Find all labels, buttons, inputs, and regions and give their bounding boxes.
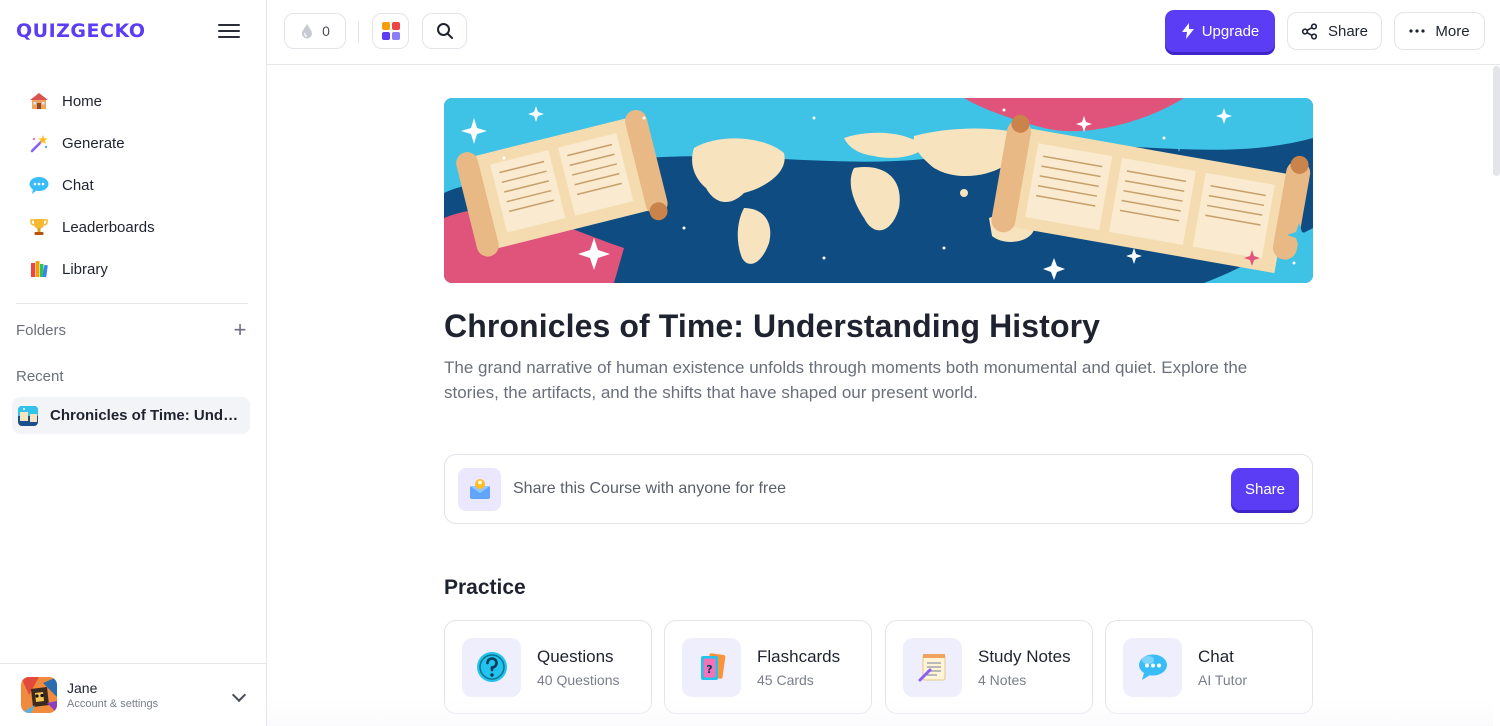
card-title: Flashcards xyxy=(757,646,841,666)
add-folder-plus-icon[interactable]: + xyxy=(230,319,250,341)
sidebar-item-library[interactable]: Library xyxy=(16,248,250,290)
sidebar-divider xyxy=(16,303,248,304)
share-nodes-icon xyxy=(1301,22,1318,40)
course-banner-image xyxy=(444,98,1313,283)
share-course-icon xyxy=(458,467,501,511)
drops-counter-button[interactable]: 0 xyxy=(284,13,346,49)
svg-text:?: ? xyxy=(706,663,712,676)
trophy-icon xyxy=(28,216,50,238)
magic-wand-icon xyxy=(28,132,50,154)
lightning-bolt-icon xyxy=(1181,23,1194,39)
folders-label: Folders xyxy=(16,321,67,339)
course-description: The grand narrative of human existence u… xyxy=(444,358,1248,402)
sidebar-item-generate[interactable]: Generate xyxy=(16,122,250,164)
notepad-icon xyxy=(903,637,962,697)
share-course-card: Share this Course with anyone for free S… xyxy=(444,454,1313,524)
practice-heading: Practice xyxy=(444,576,526,599)
share-label: Share xyxy=(1327,22,1369,40)
card-subtitle: 4 Notes xyxy=(978,671,1027,688)
drops-count: 0 xyxy=(322,23,330,39)
card-title: Chat xyxy=(1198,646,1234,666)
account-text: Jane Account & settings xyxy=(67,680,158,710)
more-label: More xyxy=(1435,22,1470,40)
practice-card-flashcards[interactable]: ? Flashcards 45 Cards xyxy=(664,620,872,714)
share-prompt-text: Share this Course with anyone for free xyxy=(513,480,787,497)
upgrade-button[interactable]: Upgrade xyxy=(1165,10,1275,52)
more-dots-icon xyxy=(1409,29,1426,33)
practice-card-study-notes[interactable]: Study Notes 4 Notes xyxy=(885,620,1093,714)
hamburger-menu-icon[interactable] xyxy=(216,20,242,44)
sidebar-item-chat[interactable]: Chat xyxy=(16,164,250,206)
account-settings-button[interactable]: Jane Account & settings xyxy=(0,663,266,726)
chat-cloud-icon xyxy=(28,174,50,196)
search-icon xyxy=(436,23,453,39)
account-name: Jane xyxy=(67,680,98,696)
card-subtitle: 45 Cards xyxy=(757,671,814,688)
search-button[interactable] xyxy=(422,13,467,49)
apps-grid-icon xyxy=(381,22,400,40)
recent-course-title: Chronicles of Time: Understanding Histor… xyxy=(50,407,242,424)
sidebar-item-label: Leaderboards xyxy=(62,218,155,236)
recent-label: Recent xyxy=(16,368,64,385)
chevron-down-icon xyxy=(231,687,247,703)
more-button[interactable]: More xyxy=(1394,12,1485,50)
share-course-button[interactable]: Share xyxy=(1231,468,1299,510)
card-subtitle: AI Tutor xyxy=(1198,671,1248,688)
water-drop-icon xyxy=(302,24,313,39)
account-subtitle: Account & settings xyxy=(67,698,159,710)
practice-card-chat[interactable]: Chat AI Tutor xyxy=(1105,620,1313,714)
top-bar: 0 Upgrade Share More xyxy=(267,0,1500,65)
sidebar-item-label: Library xyxy=(62,260,108,278)
practice-card-questions[interactable]: Questions 40 Questions xyxy=(444,620,652,714)
card-title: Questions xyxy=(537,646,614,666)
apps-grid-button[interactable] xyxy=(372,13,409,49)
sidebar-nav: Home Generate Chat Leaderboards Library xyxy=(16,80,250,290)
card-subtitle: 40 Questions xyxy=(537,671,620,688)
page-scrollbar[interactable] xyxy=(1493,66,1500,176)
sidebar-item-label: Home xyxy=(62,92,103,110)
sidebar-item-label: Generate xyxy=(62,134,125,152)
sidebar-item-home[interactable]: Home xyxy=(16,80,250,122)
practice-cards: Questions 40 Questions ? Flashcards 45 C… xyxy=(444,620,1313,715)
upgrade-label: Upgrade xyxy=(1201,22,1260,40)
sidebar-item-leaderboards[interactable]: Leaderboards xyxy=(16,206,250,248)
app-root: QUIZGECKO Home Generate Chat Leaderboard… xyxy=(0,0,1500,726)
topbar-divider xyxy=(358,21,359,43)
flashcards-icon: ? xyxy=(682,637,741,697)
school-house-icon xyxy=(28,90,50,112)
brand-logo[interactable]: QUIZGECKO xyxy=(16,20,145,42)
chat-bubble-icon xyxy=(1123,637,1182,697)
avatar xyxy=(21,677,57,713)
sidebar-item-label: Chat xyxy=(62,176,94,194)
share-button[interactable]: Share xyxy=(1287,12,1382,50)
course-thumbnail-icon xyxy=(18,405,38,426)
recent-course-item[interactable]: Chronicles of Time: Understanding Histor… xyxy=(12,397,250,434)
page-title: Chronicles of Time: Understanding Histor… xyxy=(444,308,1101,344)
question-mark-icon xyxy=(462,637,521,697)
card-title: Study Notes xyxy=(978,646,1071,666)
sidebar: QUIZGECKO Home Generate Chat Leaderboard… xyxy=(0,0,267,726)
books-icon xyxy=(28,258,50,280)
folders-section: Folders + xyxy=(16,319,250,341)
